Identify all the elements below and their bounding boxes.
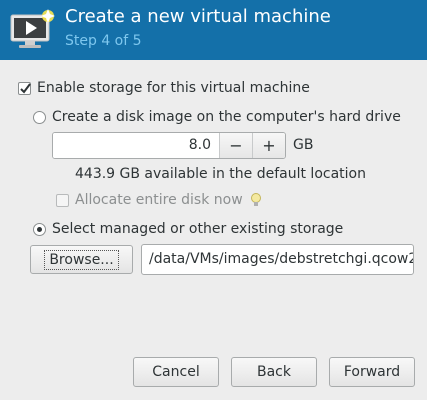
lightbulb-icon xyxy=(250,193,261,206)
create-disk-radio[interactable] xyxy=(33,110,46,124)
disk-size-spinbox[interactable]: 8.0 − + xyxy=(52,132,286,159)
enable-storage-label: Enable storage for this virtual machine xyxy=(37,80,310,96)
increment-button[interactable]: + xyxy=(252,133,285,158)
select-existing-label: Select managed or other existing storage xyxy=(52,221,344,237)
wizard-header: Create a new virtual machine Step 4 of 5 xyxy=(0,0,427,60)
browse-button[interactable]: Browse... xyxy=(30,245,133,274)
storage-path-input[interactable]: /data/VMs/images/debstretchgi.qcow2 xyxy=(141,244,414,275)
browse-label: Browse... xyxy=(44,249,119,270)
checkmark-icon xyxy=(20,82,31,94)
available-space-text: 443.9 GB available in the default locati… xyxy=(75,166,366,182)
enable-storage-row[interactable]: Enable storage for this virtual machine xyxy=(18,80,310,96)
decrement-button[interactable]: − xyxy=(219,133,252,158)
disk-size-input[interactable]: 8.0 xyxy=(53,133,219,158)
back-button[interactable]: Back xyxy=(231,357,317,387)
select-existing-row[interactable]: Select managed or other existing storage xyxy=(33,221,343,237)
enable-storage-checkbox[interactable] xyxy=(18,81,31,95)
page-title: Create a new virtual machine xyxy=(65,6,331,27)
step-indicator: Step 4 of 5 xyxy=(65,33,142,49)
allocate-disk-label: Allocate entire disk now xyxy=(75,192,243,208)
cancel-button[interactable]: Cancel xyxy=(133,357,219,387)
allocate-disk-checkbox xyxy=(56,193,69,207)
vm-monitor-icon xyxy=(10,9,55,48)
size-unit-label: GB xyxy=(293,137,314,153)
allocate-disk-row: Allocate entire disk now xyxy=(56,192,263,208)
create-disk-row[interactable]: Create a disk image on the computer's ha… xyxy=(33,109,401,125)
create-disk-label: Create a disk image on the computer's ha… xyxy=(52,109,401,125)
forward-button[interactable]: Forward xyxy=(329,357,415,387)
select-existing-radio[interactable] xyxy=(33,222,46,236)
